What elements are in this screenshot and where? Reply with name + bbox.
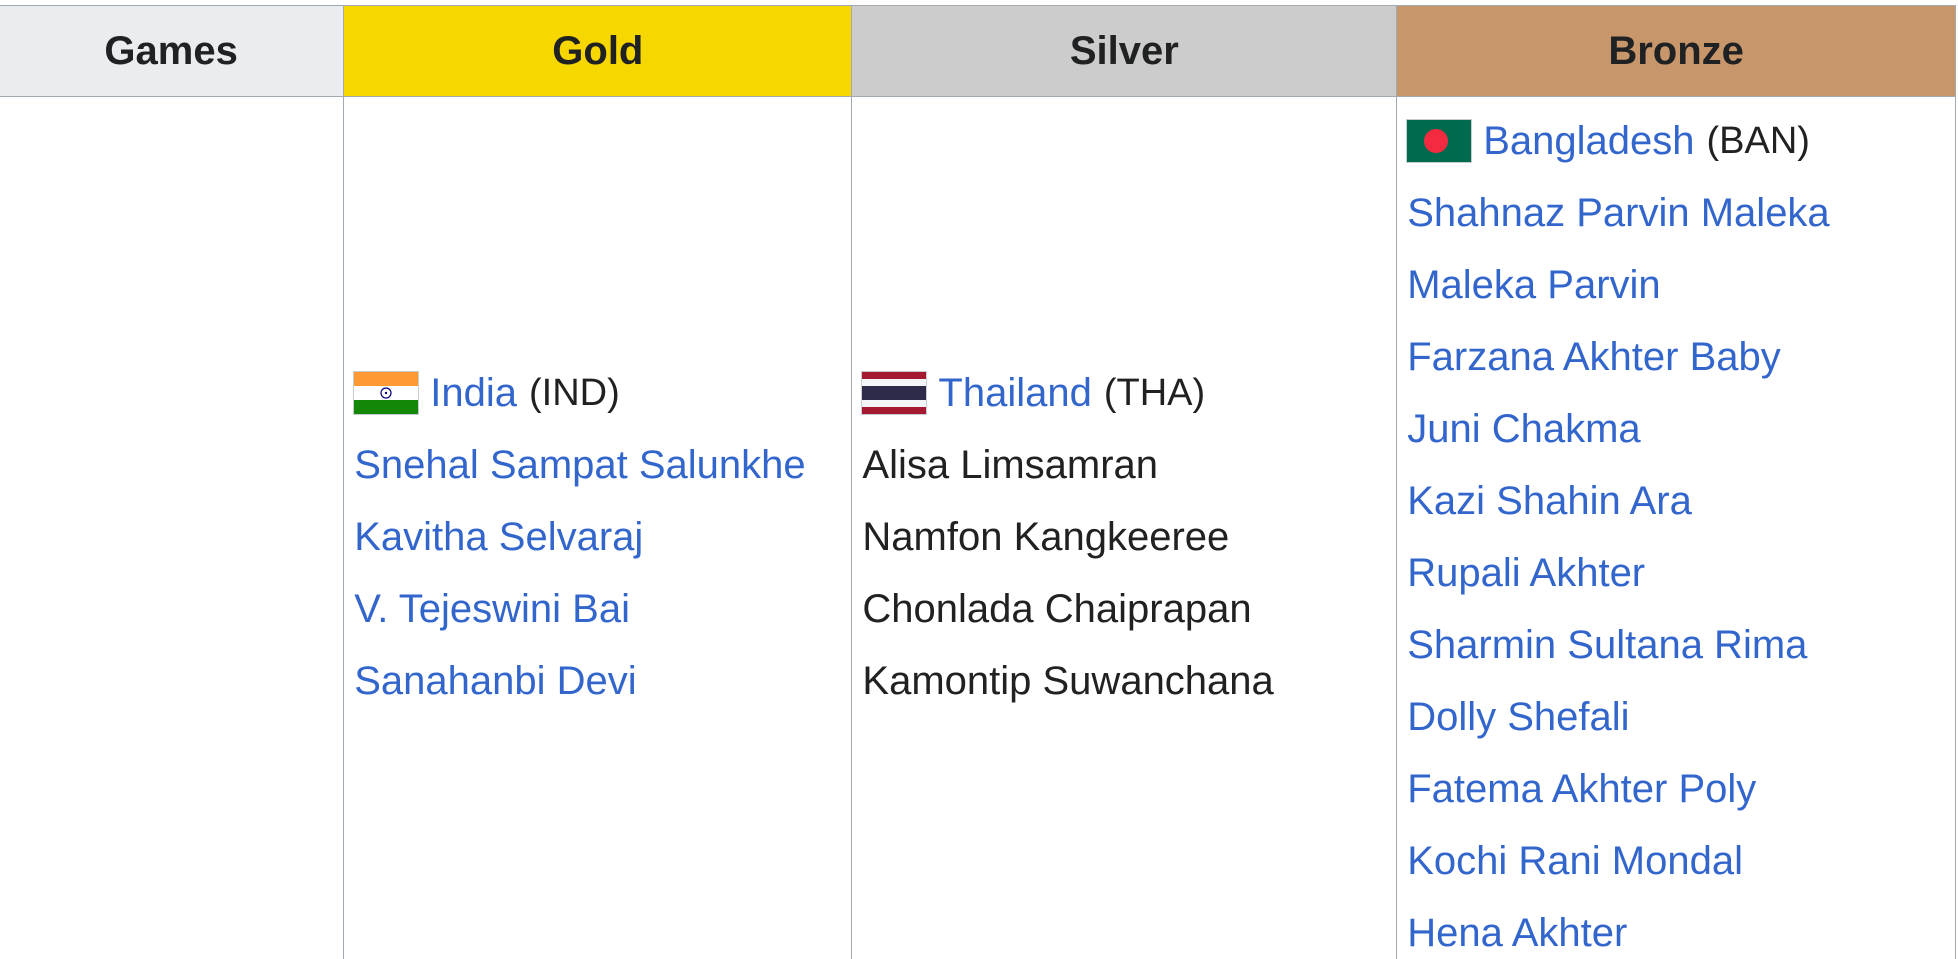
gold-cell: India (IND) Snehal Sampat Salunkhe Kavit… — [343, 96, 853, 959]
athlete-link[interactable]: Kochi Rani Mondal — [1407, 839, 1743, 883]
bronze-athlete-11[interactable]: Hena Akhter — [1407, 897, 1955, 959]
header-row: Games Gold Silver Bronze — [0, 5, 1956, 97]
bronze-header[interactable]: Bronze — [1396, 5, 1956, 97]
athlete-link[interactable]: Sanahanbi Devi — [354, 659, 636, 703]
athlete-link[interactable]: Snehal Sampat Salunkhe — [354, 443, 805, 487]
silver-athlete-1: Alisa Limsamran — [862, 443, 1159, 487]
bangladesh-flag-icon — [1407, 120, 1472, 162]
bronze-athlete-10[interactable]: Kochi Rani Mondal — [1407, 825, 1955, 897]
bronze-athlete-2[interactable]: Maleka Parvin — [1407, 249, 1955, 321]
athlete-link[interactable]: Farzana Akhter Baby — [1407, 335, 1781, 379]
gold-athlete-3[interactable]: V. Tejeswini Bai — [354, 573, 851, 645]
athlete-link[interactable]: Kavitha Selvaraj — [354, 515, 643, 559]
bronze-athlete-3[interactable]: Farzana Akhter Baby — [1407, 321, 1955, 393]
gold-header[interactable]: Gold — [343, 5, 853, 97]
athlete-link[interactable]: Sharmin Sultana Rima — [1407, 623, 1807, 667]
silver-athlete-4: Kamontip Suwanchana — [862, 659, 1274, 703]
games-cell — [0, 96, 345, 959]
bronze-athlete-5[interactable]: Kazi Shahin Ara — [1407, 465, 1955, 537]
bronze-country-line: Bangladesh (BAN) — [1407, 105, 1955, 177]
gold-athlete-4[interactable]: Sanahanbi Devi — [354, 645, 851, 717]
silver-header[interactable]: Silver — [851, 5, 1398, 97]
athlete-link[interactable]: Kazi Shahin Ara — [1407, 479, 1692, 523]
bronze-athlete-8[interactable]: Dolly Shefali — [1407, 681, 1955, 753]
medal-table-page: Games Gold Silver Bronze India (IND) Sne… — [0, 0, 1958, 959]
athlete-link[interactable]: Dolly Shefali — [1407, 695, 1629, 739]
silver-country-code: (THA) — [1103, 372, 1206, 414]
bronze-country-link[interactable]: Bangladesh — [1483, 105, 1694, 177]
gold-athlete-1[interactable]: Snehal Sampat Salunkhe — [354, 429, 851, 501]
athlete-link[interactable]: Rupali Akhter — [1407, 551, 1645, 595]
gold-country-code: (IND) — [528, 372, 620, 414]
athlete-link[interactable]: Juni Chakma — [1407, 407, 1640, 451]
medal-table: Games Gold Silver Bronze India (IND) Sne… — [0, 5, 1956, 959]
athlete-link[interactable]: Maleka Parvin — [1407, 263, 1660, 307]
gold-country-link[interactable]: India — [430, 357, 517, 429]
bronze-athlete-9[interactable]: Fatema Akhter Poly — [1407, 753, 1955, 825]
games-header[interactable]: Games — [0, 5, 345, 97]
silver-country-line: Thailand (THA) — [862, 357, 1396, 429]
silver-country-link[interactable]: Thailand — [938, 357, 1091, 429]
athlete-link[interactable]: Shahnaz Parvin Maleka — [1407, 191, 1829, 235]
gold-athlete-2[interactable]: Kavitha Selvaraj — [354, 501, 851, 573]
bronze-country-code: (BAN) — [1706, 120, 1810, 162]
silver-athlete-3: Chonlada Chaiprapan — [862, 587, 1252, 631]
athlete-link[interactable]: V. Tejeswini Bai — [354, 587, 630, 631]
bronze-cell: Bangladesh (BAN) Shahnaz Parvin Maleka M… — [1396, 96, 1956, 959]
athlete-link[interactable]: Hena Akhter — [1407, 911, 1627, 955]
bronze-athlete-7[interactable]: Sharmin Sultana Rima — [1407, 609, 1955, 681]
bronze-athlete-1[interactable]: Shahnaz Parvin Maleka — [1407, 177, 1955, 249]
athlete-link[interactable]: Fatema Akhter Poly — [1407, 767, 1756, 811]
gold-country-line: India (IND) — [354, 357, 851, 429]
thailand-flag-icon — [862, 372, 927, 414]
medal-row: India (IND) Snehal Sampat Salunkhe Kavit… — [0, 96, 1956, 959]
silver-athlete-2: Namfon Kangkeeree — [862, 515, 1230, 559]
india-flag-icon — [354, 372, 419, 414]
silver-cell: Thailand (THA) Alisa Limsamran Namfon Ka… — [851, 96, 1398, 959]
bronze-athlete-4[interactable]: Juni Chakma — [1407, 393, 1955, 465]
bronze-athlete-6[interactable]: Rupali Akhter — [1407, 537, 1955, 609]
